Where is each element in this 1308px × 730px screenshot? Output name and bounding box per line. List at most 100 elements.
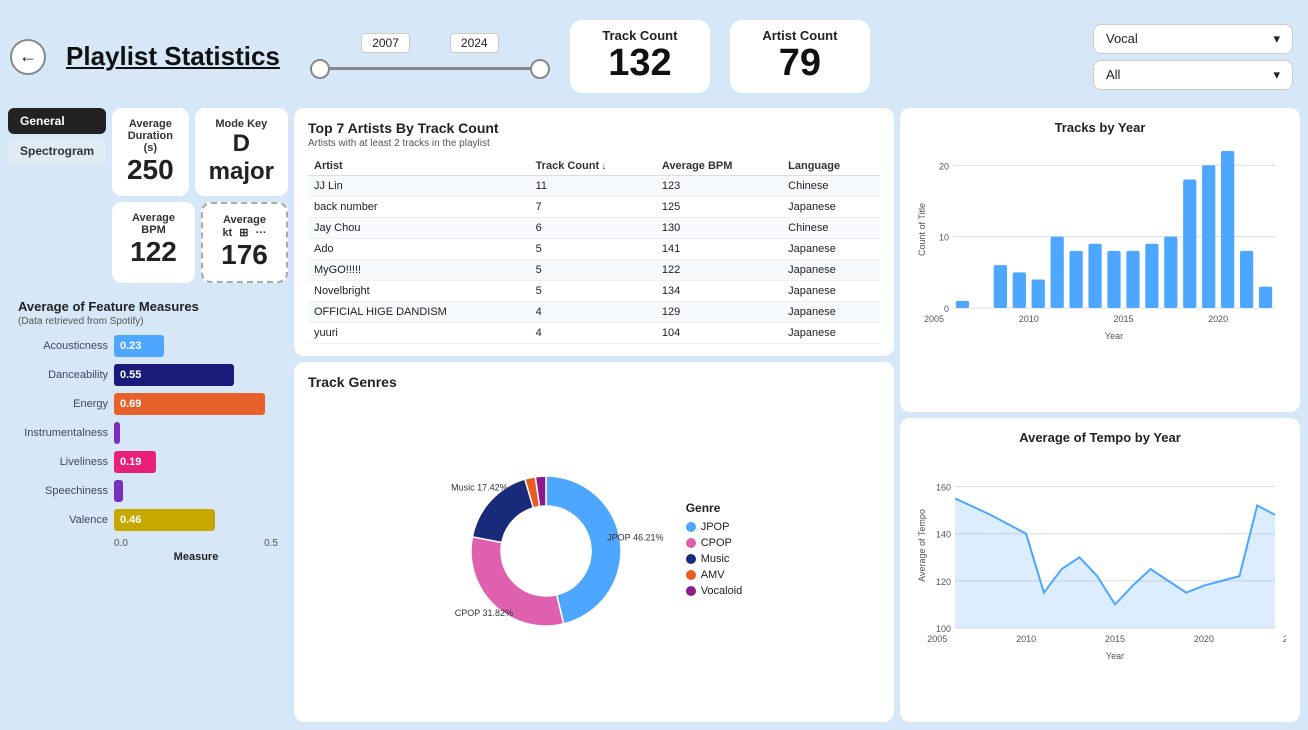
svg-text:Average of Tempo: Average of Tempo bbox=[917, 509, 927, 582]
bottom-metrics-row: Average BPM 122 Average kt ⊞ ··· 176 bbox=[112, 202, 288, 283]
bar-rect bbox=[1107, 251, 1120, 308]
svg-text:Year: Year bbox=[1106, 651, 1124, 661]
avg-kt-value: 176 bbox=[217, 239, 272, 271]
range-labels: 2007 2024 bbox=[361, 33, 498, 53]
donut-chart-area: JPOP 46.21%CPOP 31.82%Music 17.42% Genre… bbox=[308, 392, 880, 710]
filter-icon[interactable]: ⊞ bbox=[239, 227, 248, 239]
svg-text:Count of Title: Count of Title bbox=[917, 203, 927, 256]
genres-box: Track Genres JPOP 46.21%CPOP 31.82%Music… bbox=[294, 362, 894, 722]
bar-rect bbox=[1221, 151, 1234, 308]
svg-text:2010: 2010 bbox=[1016, 634, 1036, 644]
feature-name: Speechiness bbox=[18, 485, 108, 497]
range-thumb-right[interactable] bbox=[530, 59, 550, 79]
genre-legend: Genre JPOP CPOP Music AMV Vocaloid bbox=[686, 501, 743, 601]
back-button[interactable]: ← bbox=[10, 39, 46, 75]
table-row: Jay Chou6130Chinese bbox=[308, 218, 880, 239]
table-row: Ado5141Japanese bbox=[308, 239, 880, 260]
tracks-by-year-box: Tracks by Year 0102020052010201520202025… bbox=[900, 108, 1300, 412]
avg-bpm-label: Average BPM bbox=[126, 212, 181, 236]
donut-label: CPOP 31.82% bbox=[454, 608, 512, 618]
feature-name: Acousticness bbox=[18, 340, 108, 352]
legend-dot bbox=[686, 586, 696, 596]
header: ← Playlist Statistics 2007 2024 Track Co… bbox=[0, 0, 1308, 108]
table-row: back number7125Japanese bbox=[308, 197, 880, 218]
range-start-label: 2007 bbox=[361, 33, 410, 53]
tracks-by-year-title: Tracks by Year bbox=[914, 120, 1286, 135]
feature-bar-bg bbox=[114, 422, 278, 444]
svg-text:2015: 2015 bbox=[1113, 314, 1133, 324]
bar-rect bbox=[1202, 165, 1215, 308]
artist-count-value: 79 bbox=[750, 43, 850, 85]
track-count-box: Track Count 132 bbox=[570, 20, 710, 93]
legend-label: CPOP bbox=[701, 537, 732, 549]
avg-bpm-box: Average BPM 122 bbox=[112, 202, 195, 283]
avg-kt-box: Average kt ⊞ ··· 176 bbox=[201, 202, 288, 283]
legend-label: Vocaloid bbox=[701, 585, 743, 597]
legend-item: CPOP bbox=[686, 537, 743, 549]
feature-bar-row: Speechiness bbox=[18, 480, 278, 502]
feature-chart-subtitle: (Data retrieved from Spotify) bbox=[18, 316, 278, 327]
middle-panel: Top 7 Artists By Track Count Artists wit… bbox=[294, 108, 894, 722]
artist-count-box: Artist Count 79 bbox=[730, 20, 870, 93]
bar-rect bbox=[994, 265, 1007, 308]
legend-item: Vocaloid bbox=[686, 585, 743, 597]
all-dropdown-label: All bbox=[1106, 67, 1120, 82]
range-thumb-left[interactable] bbox=[310, 59, 330, 79]
all-dropdown[interactable]: All ▾ bbox=[1093, 60, 1293, 90]
svg-text:10: 10 bbox=[939, 233, 949, 243]
genre-legend-title: Genre bbox=[686, 501, 743, 515]
tab-buttons: General Spectrogram bbox=[8, 108, 106, 283]
feature-bar-row: Valence 0.46 bbox=[18, 509, 278, 531]
top-metrics-row: Average Duration (s) 250 Mode Key D majo… bbox=[112, 108, 288, 196]
right-panel: Tracks by Year 0102020052010201520202025… bbox=[900, 108, 1300, 722]
svg-text:2020: 2020 bbox=[1208, 314, 1228, 324]
feature-axis-title: Measure bbox=[18, 551, 278, 563]
svg-text:100: 100 bbox=[936, 624, 951, 634]
tempo-by-year-box: Average of Tempo by Year 100120140160200… bbox=[900, 418, 1300, 722]
avg-duration-label: Average Duration (s) bbox=[126, 118, 175, 154]
feature-chart-title: Average of Feature Measures bbox=[18, 299, 278, 314]
bar-rect bbox=[1032, 279, 1045, 308]
chevron-down-icon-2: ▾ bbox=[1273, 67, 1280, 83]
feature-bars-container: Acousticness 0.23 Danceability 0.55 Ener… bbox=[18, 335, 278, 531]
top-artists-table: Artist Track Count Average BPM Language … bbox=[308, 157, 880, 344]
svg-text:140: 140 bbox=[936, 530, 951, 540]
tracks-by-year-chart: 0102020052010201520202025Count of TitleY… bbox=[914, 143, 1286, 343]
legend-label: Music bbox=[701, 553, 730, 565]
page-title: Playlist Statistics bbox=[66, 41, 280, 72]
feature-name: Valence bbox=[18, 514, 108, 526]
tab-spectrogram[interactable]: Spectrogram bbox=[8, 138, 106, 164]
range-slider[interactable] bbox=[310, 57, 550, 81]
feature-name: Liveliness bbox=[18, 456, 108, 468]
bar-rect bbox=[1013, 272, 1026, 308]
svg-text:0: 0 bbox=[944, 304, 949, 314]
range-end-label: 2024 bbox=[450, 33, 499, 53]
feature-bar-bg bbox=[114, 480, 278, 502]
bar-rect bbox=[1183, 180, 1196, 308]
feature-bar-row: Energy 0.69 bbox=[18, 393, 278, 415]
col-track-count[interactable]: Track Count bbox=[530, 157, 656, 176]
donut-label: JPOP 46.21% bbox=[607, 532, 663, 542]
tab-general[interactable]: General bbox=[8, 108, 106, 134]
table-row: OFFICIAL HIGE DANDISM4129Japanese bbox=[308, 302, 880, 323]
feature-bar-bg: 0.19 bbox=[114, 451, 278, 473]
avg-duration-box: Average Duration (s) 250 bbox=[112, 108, 189, 196]
bar-rect bbox=[1126, 251, 1139, 308]
tempo-by-year-title: Average of Tempo by Year bbox=[914, 430, 1286, 445]
mode-key-box: Mode Key D major bbox=[195, 108, 288, 196]
more-icon[interactable]: ··· bbox=[256, 227, 267, 239]
svg-text:120: 120 bbox=[936, 577, 951, 587]
table-row: JJ Lin11123Chinese bbox=[308, 176, 880, 197]
legend-item: JPOP bbox=[686, 521, 743, 533]
svg-text:2020: 2020 bbox=[1194, 634, 1214, 644]
mode-key-label: Mode Key bbox=[209, 118, 274, 130]
avg-kt-label: Average kt ⊞ ··· bbox=[217, 214, 272, 239]
top-artists-box: Top 7 Artists By Track Count Artists wit… bbox=[294, 108, 894, 356]
bar-rect bbox=[1088, 244, 1101, 308]
legend-dot bbox=[686, 570, 696, 580]
vocal-dropdown[interactable]: Vocal ▾ bbox=[1093, 24, 1293, 54]
table-row: MyGO!!!!!5122Japanese bbox=[308, 260, 880, 281]
svg-text:Year: Year bbox=[1105, 331, 1123, 341]
title-section: Playlist Statistics bbox=[66, 41, 280, 72]
legend-item: AMV bbox=[686, 569, 743, 581]
